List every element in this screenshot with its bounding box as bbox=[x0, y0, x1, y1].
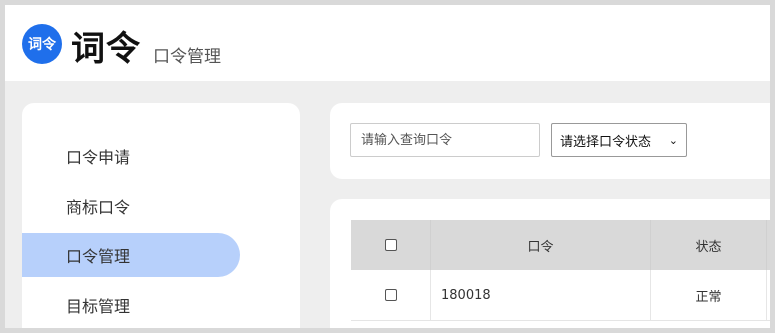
header-checkbox-cell bbox=[351, 220, 431, 270]
sidebar-item-label: 口令申请 bbox=[66, 148, 131, 167]
sidebar-item-label: 口令管理 bbox=[66, 247, 131, 266]
sidebar-item-label: 目标管理 bbox=[66, 297, 131, 316]
row-status: 正常 bbox=[651, 270, 767, 320]
sidebar-item-apply[interactable]: 口令申请 bbox=[22, 134, 240, 178]
app-header: 词令 词令 口令管理 bbox=[5, 5, 770, 81]
brand-logo-icon: 词令 bbox=[22, 24, 62, 64]
status-select-value: 请选择口令状态 bbox=[560, 134, 652, 150]
status-select[interactable]: 请选择口令状态 ⌄ bbox=[551, 123, 687, 157]
table-header: 口令 状态 bbox=[351, 220, 770, 270]
row-checkbox[interactable] bbox=[384, 289, 397, 301]
page-subtitle: 口令管理 bbox=[153, 47, 221, 67]
filter-panel: 请选择口令状态 ⌄ bbox=[330, 103, 770, 179]
row-code: 180018 bbox=[431, 270, 651, 320]
sidebar: 口令申请 商标口令 口令管理 目标管理 bbox=[22, 103, 300, 328]
app-name: 词令 bbox=[71, 29, 141, 69]
search-input[interactable] bbox=[350, 123, 540, 157]
chevron-down-icon: ⌄ bbox=[668, 133, 678, 147]
sidebar-item-trademark[interactable]: 商标口令 bbox=[22, 184, 240, 228]
row-checkbox-cell bbox=[351, 270, 431, 320]
column-header-status[interactable]: 状态 bbox=[651, 220, 767, 270]
table-row[interactable]: 180018 正常 bbox=[351, 270, 770, 321]
select-all-checkbox[interactable] bbox=[384, 239, 397, 251]
table-panel: 口令 状态 180018 正常 bbox=[330, 199, 770, 328]
sidebar-item-target[interactable]: 目标管理 bbox=[22, 283, 240, 327]
logo-text: 词令 bbox=[28, 37, 56, 53]
sidebar-item-management[interactable]: 口令管理 bbox=[22, 233, 240, 277]
sidebar-item-label: 商标口令 bbox=[66, 198, 131, 217]
column-header-code[interactable]: 口令 bbox=[431, 220, 651, 270]
app-window: 词令 词令 口令管理 口令申请 商标口令 口令管理 目标管理 请选择口令状态 ⌄ bbox=[5, 5, 770, 328]
